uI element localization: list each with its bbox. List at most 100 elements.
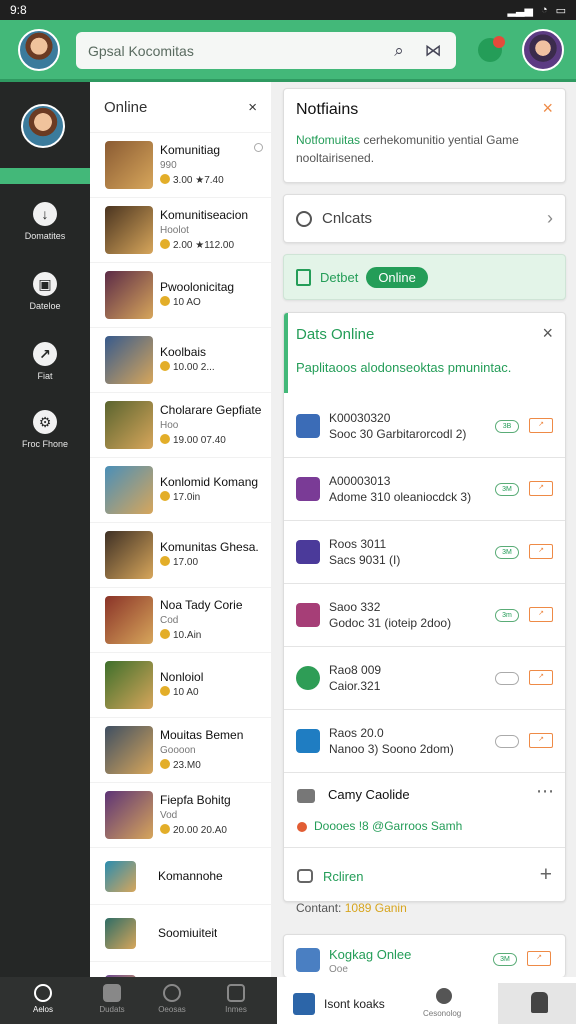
ticket-icon[interactable]: ↗ [529,544,553,559]
coin-icon [160,361,170,371]
item-text: A00003013 Adome 310 oleaniocdck 3) [329,473,471,505]
data-online-item[interactable]: A00003013 Adome 310 oleaniocdck 3) 3M ↗ [284,458,565,521]
nav-item-domatites[interactable]: ↓ Domatites [0,202,90,241]
redirect-card[interactable]: Rcliren + [284,849,565,901]
left-navigation: ↓ Domatites ▣ Dateloe ↗ Fiat ⚙ Froc Fhon… [0,82,90,977]
nav-item-froc-fhone[interactable]: ⚙ Froc Fhone [0,410,90,449]
list-item[interactable]: Koolbais 10.00 2... [90,327,271,392]
add-icon[interactable]: + [540,863,552,887]
data-online-item[interactable]: Roos 3011 Sacs 9031 (I) 3M ↗ [284,521,565,584]
data-online-items: K00030320 Sooc 30 Garbitarorcodl 2) 3B ↗ A00… [284,395,565,773]
data-online-item[interactable]: Saoo 332 Godoc 31 (ioteip 2doo) 3m ↗ [284,584,565,647]
list-item-title: Fiepfa Bohitg [160,792,231,807]
list-item[interactable]: Soomiuiteit [90,904,271,961]
coin-icon [160,173,170,184]
tab-aelos[interactable]: Aelos [20,984,66,1014]
bottom-card[interactable]: Isont koaks Cesonolog [283,983,496,1024]
list-item-meta: 2.00 ★112.00 [160,238,248,253]
list-item-title: Koolbais [160,345,207,359]
list-item[interactable]: Komunitiseacion Hoolot 2.00 ★112.00 [90,197,271,262]
nav-label-domatites: Domatites [24,231,66,241]
ticket-icon[interactable]: ↗ [527,951,551,966]
nav-avatar[interactable] [21,104,65,148]
data-online-item[interactable]: Raos 20.0 Nanoo 3) Soono 2dom) ↗ [284,710,565,773]
status-bar: 9:8 ▂▃▅ ◔ ▭ [0,0,576,20]
game-thumbnail [105,206,153,254]
ticket-icon[interactable]: ↗ [529,481,553,496]
orange-close-icon[interactable]: × [542,98,553,119]
close-icon[interactable]: × [248,99,257,116]
folder-arrow-icon: ↗ [33,342,57,366]
nav-label-dateloe: Dateloe [29,301,61,311]
status-icons: ▂▃▅ ◔ ▭ [508,4,566,17]
game-thumbnail [105,791,153,839]
status-circle-icon [254,143,263,152]
coin-icon [160,823,170,834]
online-status-card[interactable]: Detbet Online [283,254,566,300]
list-item[interactable]: Konlomid Komang 17.0in [90,457,271,522]
item-title: Rao8 009 [329,663,382,677]
list-item-meta: 10.Ain [160,628,243,643]
more-icon[interactable]: ⋯ [536,781,554,802]
list-item[interactable]: Fiepfa Bohitg Vod 20.00 20.A0 [90,782,271,847]
search-value[interactable]: Gpsal Kocomitas [88,43,376,59]
bottom-online-card[interactable]: Kogkag Onlee Ooe 3M ↗ [283,934,566,977]
list-item[interactable]: Komannohe [90,847,271,904]
list-item-subtitle: Goooon [160,744,196,756]
clock-icon [163,984,181,1002]
contacts-card[interactable]: Cnlcats › [283,194,566,243]
data-online-item[interactable]: Rao8 009 Caior.321 ↗ [284,647,565,710]
list-item-meta: 20.00 20.A0 [160,823,231,838]
redirect-detail-label: Contant: [296,901,342,915]
list-item-text: Soomiuiteit [158,926,217,941]
notification-highlight: Notfomuitas [296,133,361,147]
user-avatar[interactable] [522,29,564,71]
redirect-detail-value: 1089 Ganin [344,901,407,915]
camy-card[interactable]: Camy Caolide ⋯ Doooes !8 @Garroos Samh [284,771,565,848]
item-game-icon [296,603,320,627]
notification-title: Notfiains [296,101,359,118]
list-item-title: Cholarare Gepfiate [160,402,262,417]
ticket-icon[interactable]: ↗ [529,418,553,433]
ticket-icon[interactable]: ↗ [529,607,553,622]
tab-inmes[interactable]: Inmes [213,984,259,1014]
nav-item-fiat[interactable]: ↗ Fiat [0,342,90,381]
data-online-item[interactable]: K00030320 Sooc 30 Garbitarorcodl 2) 3B ↗ [284,395,565,458]
globe-icon [436,988,452,1004]
profile-avatar[interactable] [18,29,60,71]
list-item-meta: 17.0in [160,490,258,505]
list-item-text: Koolbais 10.00 2... [160,345,215,375]
item-title: K00030320 [329,411,391,425]
data-online-close-icon[interactable]: × [542,323,553,344]
list-item[interactable]: Cholarare Gepfiate Hoo 19.00 07.40 [90,392,271,457]
item-game-icon [296,477,320,501]
list-item-meta: 10 AO [160,295,234,310]
status-pill: 3m [495,609,519,622]
notification-icon[interactable] [478,36,505,62]
gift-icon[interactable] [498,983,576,1024]
list-item[interactable]: Komunitiag 990 3.00 ★7.40 [90,132,271,197]
list-item[interactable]: Nonloiol 10 A0 [90,652,271,717]
list-item[interactable]: Mouitas Bemen Goooon 23.M0 [90,717,271,782]
nav-item-dateloe[interactable]: ▣ Dateloe [0,272,90,311]
list-item-title: Soomiuiteit [158,925,218,940]
bottom-item-title: Kogkag Onlee [329,947,412,962]
coin-icon [160,686,170,696]
coin-icon [160,491,170,501]
filter-icon[interactable]: ⋈ [422,40,444,62]
search-icon[interactable]: ⌕ [388,40,410,62]
tab-label-inmes: Inmes [225,1005,247,1014]
list-item[interactable]: Pwoolonicitag 10 AO [90,262,271,327]
camy-line: Doooes !8 @Garroos Samh [314,819,463,833]
tab-oeosas[interactable]: Oeosas [149,984,195,1014]
item-subtitle: Caior.321 [329,679,381,693]
online-badge[interactable]: Online [366,266,428,288]
tab-dudats[interactable]: Dudats [89,984,135,1014]
search-input[interactable]: Gpsal Kocomitas ⌕ ⋈ [76,32,456,69]
list-item[interactable]: Noa Tady Corie Cod 10.Ain [90,587,271,652]
ticket-icon[interactable]: ↗ [529,670,553,685]
ticket-icon[interactable]: ↗ [529,733,553,748]
list-item[interactable]: Komunitas Ghesa. 17.00 [90,522,271,587]
list-item-text: Pwoolonicitag 10 AO [160,280,234,310]
list-item-meta: 10 A0 [160,685,203,700]
